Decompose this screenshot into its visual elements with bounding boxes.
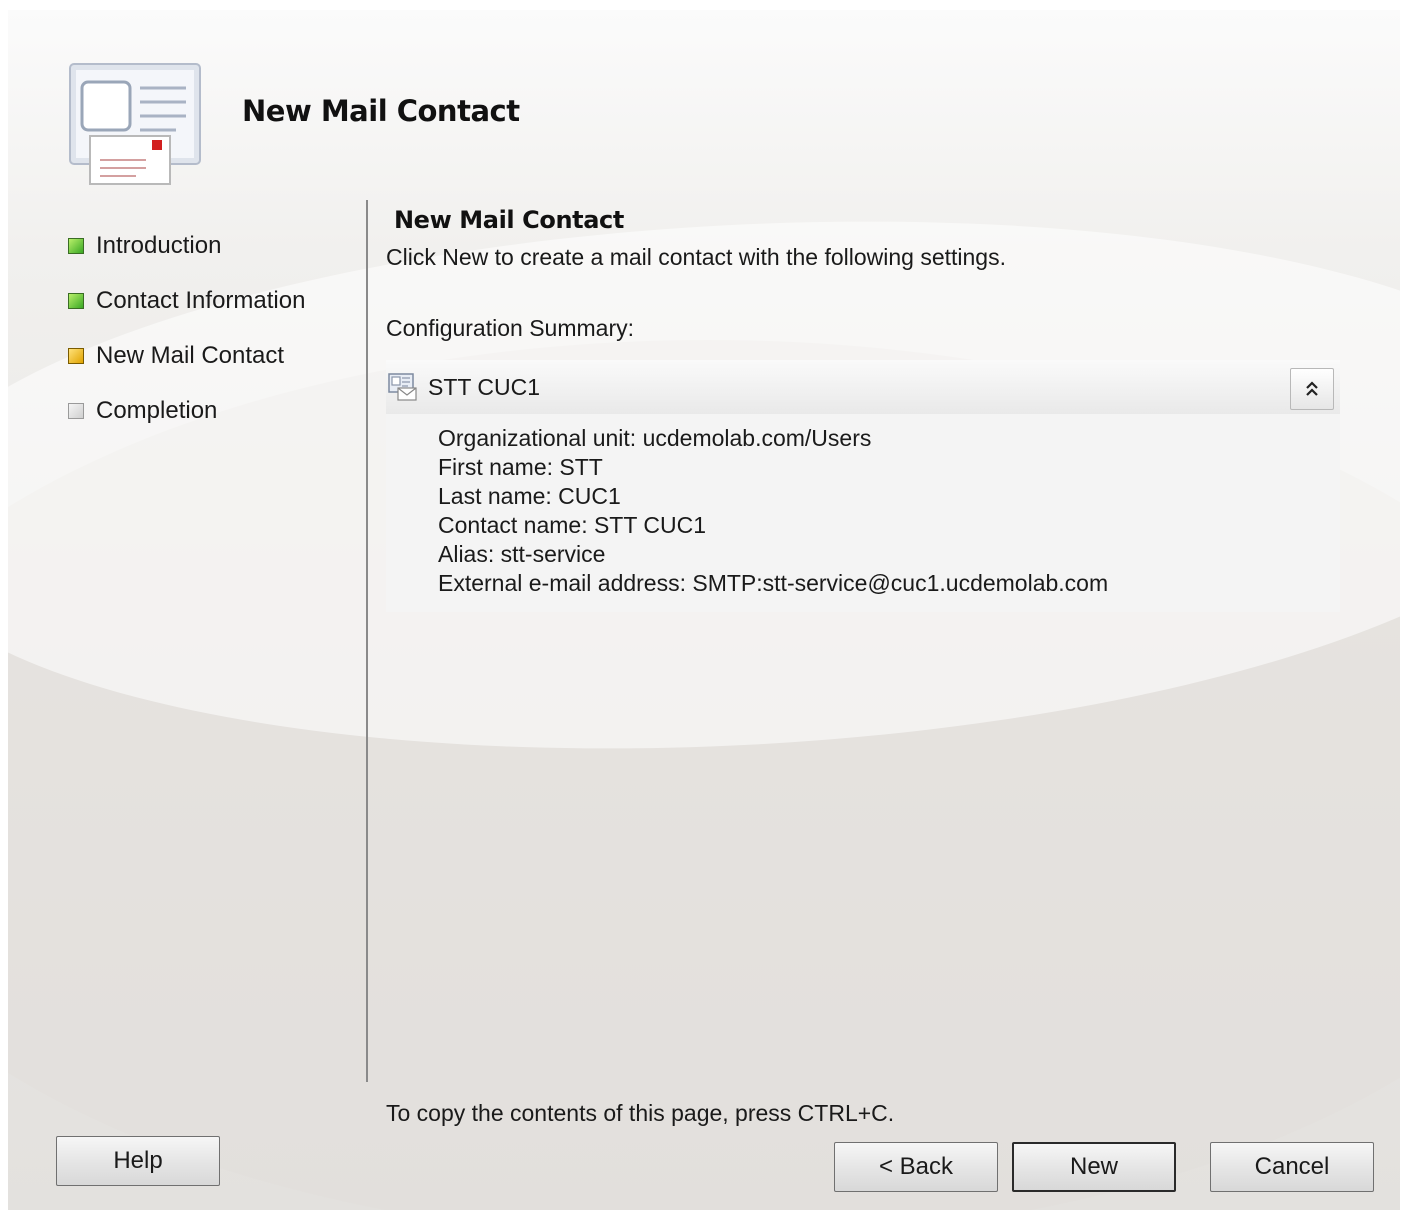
step-label: New Mail Contact bbox=[96, 341, 285, 369]
step-current-icon bbox=[68, 347, 84, 364]
step-complete-icon bbox=[68, 292, 84, 309]
new-button[interactable]: New bbox=[1012, 1142, 1176, 1192]
page-description: Click New to create a mail contact with … bbox=[386, 244, 1006, 270]
contact-card-icon bbox=[69, 63, 201, 185]
mail-contact-icon bbox=[388, 373, 417, 401]
vertical-divider bbox=[366, 200, 368, 1082]
configuration-summary: STT CUC1 Organizational unit: ucdemolab.… bbox=[386, 360, 1340, 612]
double-chevron-up-icon bbox=[1306, 381, 1318, 396]
step-pending-icon bbox=[68, 402, 84, 419]
content-pane: New Mail Contact Click New to create a m… bbox=[386, 206, 1346, 612]
cancel-button[interactable]: Cancel bbox=[1210, 1142, 1374, 1192]
step-label: Contact Information bbox=[96, 286, 306, 314]
summary-alias: Alias: stt-service bbox=[438, 541, 606, 567]
step-new-mail-contact[interactable]: New Mail Contact bbox=[68, 328, 305, 383]
back-button[interactable]: < Back bbox=[834, 1142, 998, 1192]
summary-details: Organizational unit: ucdemolab.com/Users… bbox=[386, 414, 1340, 612]
summary-first-name: First name: STT bbox=[438, 454, 603, 480]
summary-contact-name-line: Contact name: STT CUC1 bbox=[438, 512, 707, 538]
summary-header[interactable]: STT CUC1 bbox=[386, 360, 1340, 414]
summary-organizational-unit: Organizational unit: ucdemolab.com/Users bbox=[438, 425, 872, 451]
page-title: New Mail Contact bbox=[394, 206, 624, 234]
step-label: Introduction bbox=[96, 231, 222, 259]
help-button[interactable]: Help bbox=[56, 1136, 220, 1186]
summary-external-email: External e-mail address: SMTP:stt-servic… bbox=[438, 570, 1109, 596]
wizard-steps: Introduction Contact Information New Mai… bbox=[68, 218, 305, 438]
summary-last-name: Last name: CUC1 bbox=[438, 483, 621, 509]
step-completion[interactable]: Completion bbox=[68, 383, 305, 438]
step-label: Completion bbox=[96, 396, 218, 424]
collapse-button[interactable] bbox=[1290, 368, 1334, 410]
summary-contact-name: STT CUC1 bbox=[428, 373, 541, 400]
step-contact-information[interactable]: Contact Information bbox=[68, 273, 305, 328]
wizard-title: New Mail Contact bbox=[242, 94, 520, 128]
step-introduction[interactable]: Introduction bbox=[68, 218, 305, 273]
step-complete-icon bbox=[68, 237, 84, 254]
summary-label: Configuration Summary: bbox=[386, 315, 634, 341]
wizard-window: New Mail Contact Introduction Contact In… bbox=[8, 10, 1400, 1210]
copy-hint: To copy the contents of this page, press… bbox=[386, 1100, 895, 1126]
